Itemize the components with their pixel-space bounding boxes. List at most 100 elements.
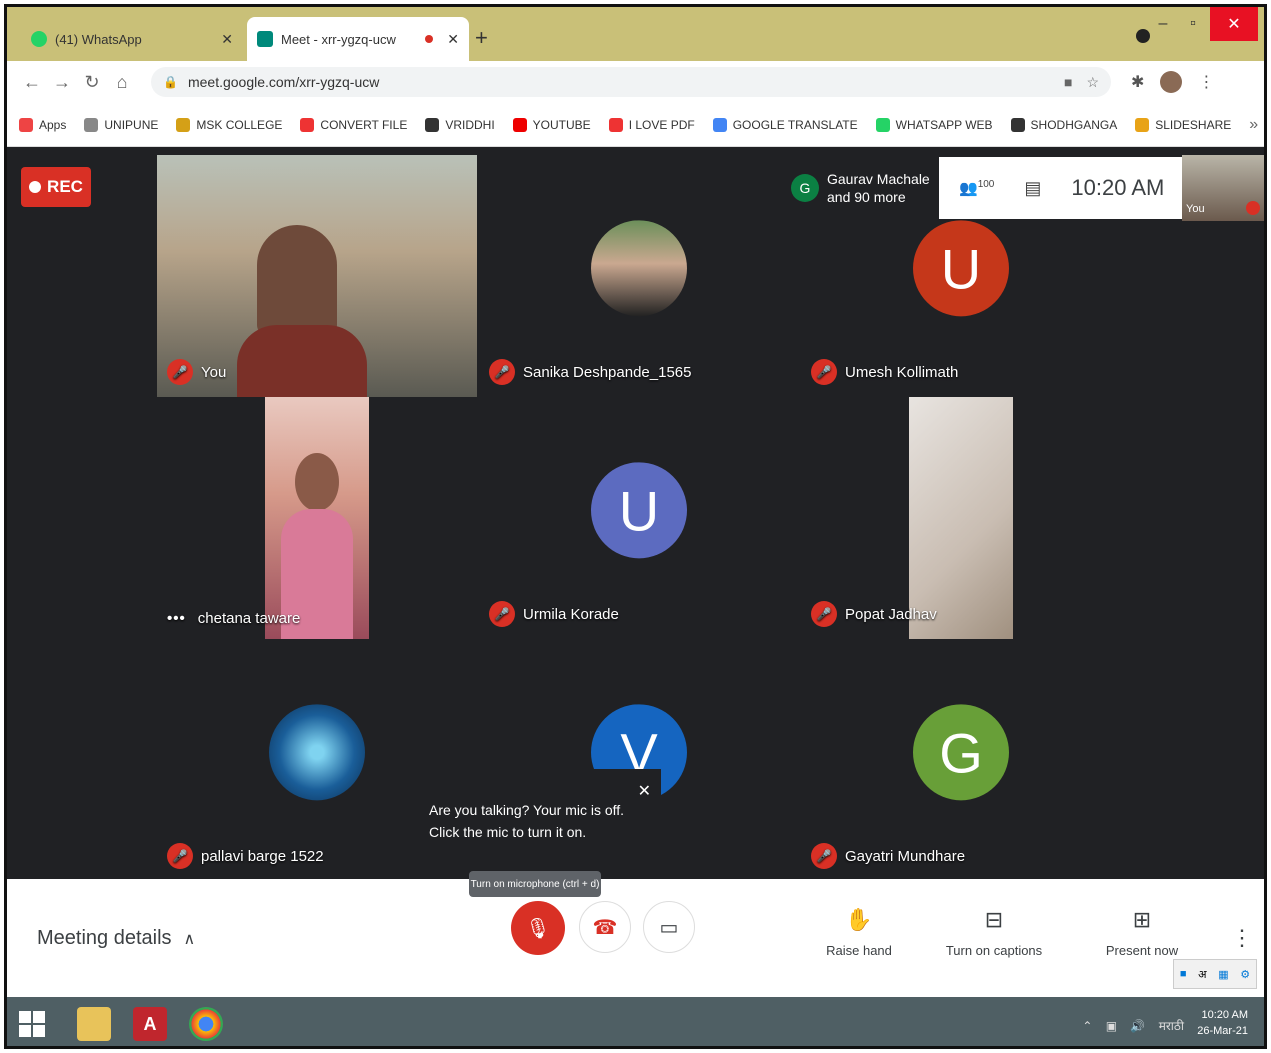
- tab-meet[interactable]: Meet - xrr-ygzq-ucw ✕: [247, 17, 469, 61]
- tab-title: Meet - xrr-ygzq-ucw: [281, 31, 396, 47]
- profile-photo: [591, 220, 687, 317]
- participant-avatar: G: [791, 174, 819, 202]
- input-language[interactable]: मराठी: [1159, 1019, 1184, 1033]
- participant-tile[interactable]: U 🎤 Urmila Korade: [479, 397, 799, 639]
- minimize-button[interactable]: –: [1148, 7, 1178, 41]
- participant-avatar: U: [913, 220, 1009, 317]
- bookmark-unipune[interactable]: UNIPUNE: [84, 117, 158, 132]
- participant-name: 🎤 Urmila Korade: [489, 601, 619, 627]
- participant-tile[interactable]: ••• chetana taware: [157, 397, 477, 639]
- participants-button[interactable]: 👥100: [959, 179, 994, 197]
- raise-hand-button[interactable]: ✋ Raise hand: [819, 907, 899, 958]
- bookmark-whatsapp-web[interactable]: WHATSAPP WEB: [875, 117, 993, 132]
- system-tray: ⌃ ▣ 🔊 मराठी: [1082, 1017, 1184, 1034]
- video-feed: [295, 453, 339, 511]
- bookmark-i-love-pdf[interactable]: I LOVE PDF: [608, 117, 695, 132]
- captions-button[interactable]: ⊟ Turn on captions: [939, 907, 1049, 958]
- tab-whatsapp[interactable]: (41) WhatsApp ✕: [21, 17, 243, 61]
- screen: (41) WhatsApp ✕ Meet - xrr-ygzq-ucw ✕ + …: [4, 4, 1267, 1049]
- participant-name: ••• chetana taware: [167, 610, 300, 627]
- bookmark-label: SHODHGANGA: [1030, 117, 1118, 132]
- bookmarks-more-icon[interactable]: »: [1249, 116, 1258, 134]
- settings-gear-icon[interactable]: ⚙: [1240, 968, 1250, 981]
- chrome-menu-icon[interactable]: ⋮: [1198, 72, 1214, 92]
- close-tab-icon[interactable]: ✕: [447, 31, 459, 48]
- reload-icon[interactable]: ↻: [77, 72, 107, 93]
- maximize-button[interactable]: ▫: [1178, 7, 1208, 41]
- bookmark-shodhganga[interactable]: SHODHGANGA: [1010, 117, 1118, 132]
- bookmark-label: MSK COLLEGE: [196, 117, 283, 132]
- participant-avatar: U: [591, 462, 687, 559]
- account-avatar[interactable]: [1160, 71, 1183, 93]
- speaker-summary[interactable]: G Gaurav Machale and 90 more: [783, 157, 939, 219]
- forward-icon[interactable]: →: [47, 72, 77, 93]
- language-icon[interactable]: अ: [1198, 967, 1206, 982]
- new-tab-button[interactable]: +: [475, 25, 488, 51]
- window-close-button[interactable]: ✕: [1210, 7, 1258, 41]
- bookmark-icon: [84, 117, 99, 132]
- tab-strip: (41) WhatsApp ✕ Meet - xrr-ygzq-ucw ✕ + …: [7, 7, 1264, 61]
- participant-tile[interactable]: 🎤 Sanika Deshpande_1565: [479, 155, 799, 397]
- home-icon[interactable]: ⌂: [107, 72, 137, 93]
- volume-icon[interactable]: 🔊: [1130, 1019, 1145, 1033]
- participant-name-text: pallavi barge 1522: [201, 847, 324, 865]
- record-dot-icon: [29, 181, 42, 193]
- mic-off-icon: 🎤: [489, 601, 515, 627]
- meeting-details-button[interactable]: Meeting details ∧: [37, 927, 195, 950]
- bookmark-msk-college[interactable]: MSK COLLEGE: [176, 117, 283, 132]
- participant-tile[interactable]: G 🎤 Gayatri Mundhare: [801, 639, 1121, 881]
- participant-name-text: Sanika Deshpande_1565: [523, 363, 692, 381]
- mic-off-icon: 🎤: [167, 359, 193, 385]
- hang-up-icon: ☎: [592, 916, 618, 939]
- windows-start-icon[interactable]: [19, 1011, 45, 1037]
- chrome-icon[interactable]: [189, 1007, 223, 1041]
- lock-icon: 🔒: [163, 75, 178, 89]
- bookmark-apps[interactable]: Apps: [19, 117, 66, 132]
- participant-name-text: Umesh Kollimath: [845, 363, 959, 381]
- skype-icon[interactable]: ■: [1180, 968, 1187, 980]
- present-now-button[interactable]: ⊞ Present now: [1097, 907, 1187, 958]
- extensions-icon[interactable]: ✱: [1131, 72, 1144, 92]
- whatsapp-icon: [875, 117, 890, 132]
- mic-tooltip: Turn on microphone (ctrl + d): [469, 871, 601, 897]
- leave-call-button[interactable]: ☎: [579, 901, 631, 953]
- participant-name: 🎤 Popat Jadhav: [811, 601, 937, 627]
- more-options-icon[interactable]: •••: [167, 610, 186, 627]
- address-bar[interactable]: 🔒 meet.google.com/xrr-ygzq-ucw ■ ☆: [151, 67, 1111, 97]
- chevron-up-icon[interactable]: ⌃: [1082, 1019, 1092, 1033]
- participant-tile[interactable]: 🎤 You: [157, 155, 477, 397]
- keyboard-icon[interactable]: ▦: [1218, 968, 1228, 981]
- mic-off-icon: 🎙: [525, 917, 551, 940]
- bookmark-youtube[interactable]: YOUTUBE: [512, 117, 591, 132]
- bookmark-label: SLIDESHARE: [1155, 117, 1232, 132]
- bookmarks-bar: Apps UNIPUNE MSK COLLEGE CONVERT FILE VR…: [7, 103, 1264, 147]
- meeting-time: 10:20 AM: [1071, 175, 1165, 200]
- bookmark-star-icon[interactable]: ☆: [1086, 74, 1099, 91]
- present-icon: ⊞: [1132, 907, 1152, 932]
- bookmark-google-translate[interactable]: GOOGLE TRANSLATE: [712, 117, 858, 132]
- participant-tile[interactable]: 🎤 Popat Jadhav: [801, 397, 1121, 639]
- taskbar-clock[interactable]: 10:20 AM 26-Mar-21: [1197, 1007, 1248, 1039]
- more-options-icon[interactable]: ⋮: [1231, 925, 1253, 951]
- present-label: Present now: [1105, 943, 1179, 958]
- bookmark-label: CONVERT FILE: [320, 117, 408, 132]
- participant-name: 🎤 Umesh Kollimath: [811, 359, 958, 385]
- self-view-thumbnail[interactable]: You: [1182, 155, 1264, 221]
- acrobat-icon[interactable]: A: [133, 1007, 167, 1041]
- network-icon[interactable]: ▣: [1106, 1019, 1117, 1033]
- camera-indicator-icon[interactable]: ■: [1064, 74, 1072, 90]
- close-icon[interactable]: ✕: [638, 781, 651, 803]
- chat-icon[interactable]: ▤: [1024, 178, 1041, 199]
- bookmark-slideshare[interactable]: SLIDESHARE: [1135, 117, 1232, 132]
- toast-text: Are you talking? Your mic is off. Click …: [429, 802, 625, 840]
- mic-off-toast: Are you talking? Your mic is off. Click …: [409, 769, 661, 873]
- video-camera-icon: ▭: [659, 916, 679, 939]
- file-explorer-icon[interactable]: [77, 1007, 111, 1041]
- back-icon[interactable]: ←: [17, 72, 47, 93]
- camera-toggle-button[interactable]: ▭: [643, 901, 695, 953]
- close-tab-icon[interactable]: ✕: [221, 31, 233, 48]
- bookmark-convert-file[interactable]: CONVERT FILE: [300, 117, 408, 132]
- participant-name-text: You: [201, 363, 227, 381]
- microphone-toggle-button[interactable]: 🎙: [511, 901, 565, 955]
- bookmark-vriddhi[interactable]: VRIDDHI: [425, 117, 495, 132]
